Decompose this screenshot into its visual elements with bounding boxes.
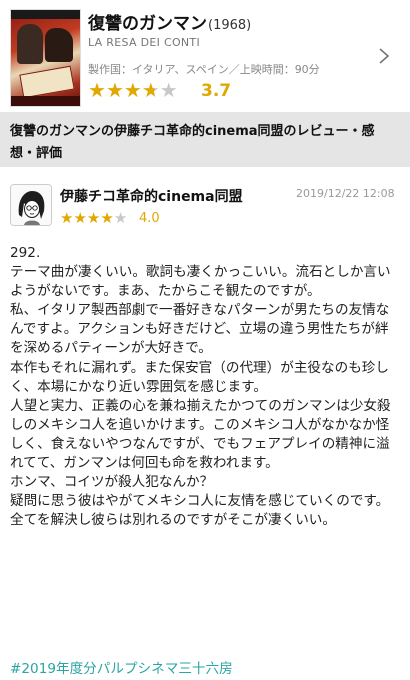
review-star-rating: ★ ★ ★ ★ ★: [60, 211, 127, 226]
star-icon: ★: [141, 78, 160, 102]
star-icon: ★: [73, 209, 87, 227]
movie-meta: 製作国：イタリア、スペイン／上映時間：90分: [88, 63, 320, 76]
movie-original-title: LA RESA DEI CONTI: [88, 36, 200, 49]
star-icon: ★: [123, 78, 142, 102]
movie-score: 3.7: [201, 81, 232, 101]
review-hashtag[interactable]: #2019年度分パルプシネマ三十六房: [10, 657, 233, 677]
movie-title: 復讐のガンマン(1968): [88, 9, 251, 34]
review-body: 292. テーマ曲が凄くいい。歌詞も凄くかっこいい。流石としか言いようがないです…: [10, 245, 391, 529]
movie-header[interactable]: 復讐のガンマン(1968) LA RESA DEI CONTI 製作国：イタリア…: [0, 0, 410, 112]
chevron-right-icon[interactable]: [378, 47, 394, 67]
review-date: 2019/12/22 12:08: [296, 187, 395, 200]
movie-poster[interactable]: [10, 9, 81, 107]
review-score: 4.0: [139, 211, 160, 226]
star-icon: ★: [86, 209, 101, 227]
star-icon: ★: [60, 209, 74, 227]
star-icon: ★: [113, 209, 128, 227]
section-title: 復讐のガンマンの伊藤チコ革命的cinema同盟のレビュー・感想・評価: [10, 124, 375, 161]
star-icon: ★: [100, 209, 114, 227]
reviewer-name[interactable]: 伊藤チコ革命的cinema同盟: [60, 186, 243, 206]
avatar[interactable]: [10, 184, 52, 226]
movie-year: (1968): [208, 18, 252, 33]
star-icon: ★: [105, 78, 124, 102]
star-icon: ★: [88, 78, 106, 102]
star-icon: ★: [159, 78, 178, 102]
movie-star-rating: ★ ★ ★ ★ ★: [88, 80, 178, 100]
movie-title-text: 復讐のガンマン: [88, 14, 207, 34]
